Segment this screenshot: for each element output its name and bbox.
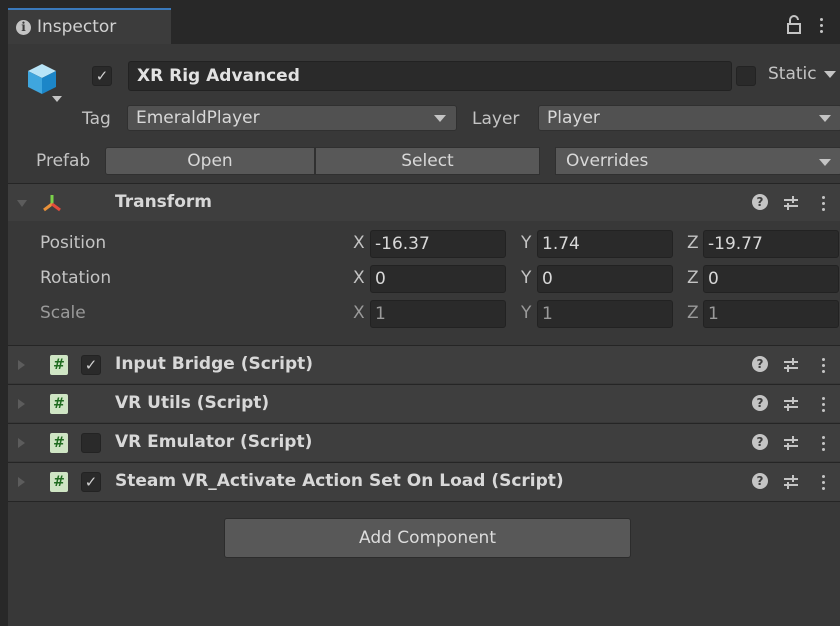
position-y-field[interactable]: 1.74	[537, 230, 673, 258]
chevron-down-icon	[819, 115, 831, 122]
position-label: Position	[40, 233, 107, 253]
tab-inspector[interactable]: i Inspector	[8, 8, 171, 44]
foldout-arrow-icon[interactable]	[18, 438, 25, 448]
more-menu-icon[interactable]	[814, 14, 828, 36]
help-icon[interactable]: ?	[752, 356, 768, 372]
component-vr-emulator[interactable]: # VR Emulator (Script) ?	[8, 423, 840, 461]
component-title: VR Emulator (Script)	[115, 432, 313, 452]
chevron-down-icon	[819, 159, 831, 166]
tag-label: Tag	[82, 109, 111, 129]
layer-value: Player	[547, 108, 600, 128]
scale-x-field[interactable]: 1	[370, 300, 506, 328]
component-menu-icon[interactable]	[820, 472, 826, 492]
chevron-down-icon	[434, 115, 446, 122]
info-icon: i	[16, 19, 31, 35]
static-dropdown[interactable]: Static	[768, 64, 837, 84]
transform-title: Transform	[115, 192, 212, 212]
tag-value: EmeraldPlayer	[136, 108, 260, 128]
presets-sliders-icon[interactable]	[782, 434, 800, 452]
help-icon[interactable]: ?	[752, 194, 768, 210]
script-icon: #	[50, 472, 68, 492]
position-z-label[interactable]: Z	[687, 233, 699, 253]
layer-label: Layer	[472, 109, 520, 129]
component-steam-vr-activate-action-set[interactable]: # ✓ Steam VR_Activate Action Set On Load…	[8, 462, 840, 502]
foldout-arrow-icon[interactable]	[17, 200, 27, 207]
rotation-x-label[interactable]: X	[353, 268, 365, 288]
scale-y-label[interactable]: Y	[521, 303, 531, 323]
foldout-arrow-icon[interactable]	[18, 477, 25, 487]
component-title: Input Bridge (Script)	[115, 354, 314, 374]
position-x-label[interactable]: X	[353, 233, 365, 253]
prefab-overrides-dropdown[interactable]: Overrides	[555, 147, 840, 175]
tab-label: Inspector	[37, 17, 117, 37]
rotation-y-field[interactable]: 0	[537, 265, 673, 293]
position-z-field[interactable]: -19.77	[703, 230, 839, 258]
help-icon[interactable]: ?	[752, 434, 768, 450]
component-title: Steam VR_Activate Action Set On Load (Sc…	[115, 471, 564, 491]
inspector-panel: i Inspector ✓ XR Rig Advanced Static Tag…	[8, 8, 840, 626]
component-enabled-checkbox[interactable]: ✓	[81, 472, 101, 492]
script-icon: #	[50, 433, 68, 453]
component-title: VR Utils (Script)	[115, 393, 270, 413]
component-menu-icon[interactable]	[820, 355, 826, 375]
scale-z-field[interactable]: 1	[703, 300, 839, 328]
component-enabled-checkbox[interactable]: ✓	[81, 355, 101, 375]
prefab-bar: Open Select Overrides	[105, 147, 840, 175]
rotation-label: Rotation	[40, 268, 112, 288]
component-menu-icon[interactable]	[820, 394, 826, 414]
icon-dropdown-arrow[interactable]	[52, 96, 62, 102]
position-y-label[interactable]: Y	[521, 233, 531, 253]
prefab-open-button[interactable]: Open	[105, 147, 315, 175]
transform-body: Position X -16.37 Y 1.74 Z -19.77 Rotati…	[8, 221, 840, 351]
overrides-label: Overrides	[566, 151, 649, 171]
static-checkbox[interactable]	[736, 66, 756, 86]
component-menu-icon[interactable]	[820, 193, 826, 213]
rotation-y-label[interactable]: Y	[521, 268, 531, 288]
gameobject-name-field[interactable]: XR Rig Advanced	[128, 61, 732, 91]
presets-sliders-icon[interactable]	[782, 194, 800, 212]
layer-dropdown[interactable]: Player	[538, 105, 840, 131]
scale-label: Scale	[40, 303, 86, 323]
foldout-arrow-icon[interactable]	[18, 360, 25, 370]
presets-sliders-icon[interactable]	[782, 356, 800, 374]
help-icon[interactable]: ?	[752, 473, 768, 489]
active-checkbox[interactable]: ✓	[92, 66, 112, 86]
scale-z-label[interactable]: Z	[687, 303, 699, 323]
tag-dropdown[interactable]: EmeraldPlayer	[127, 105, 457, 131]
foldout-arrow-icon[interactable]	[18, 399, 25, 409]
transform-header[interactable]: Transform ?	[8, 183, 840, 221]
transform-axis-icon	[41, 192, 63, 214]
rotation-z-label[interactable]: Z	[687, 268, 699, 288]
script-icon: #	[50, 355, 68, 375]
add-component-button[interactable]: Add Component	[224, 518, 631, 558]
prefab-label: Prefab	[36, 151, 91, 171]
tab-bar: i Inspector	[8, 8, 840, 44]
component-input-bridge[interactable]: # ✓ Input Bridge (Script) ?	[8, 345, 840, 383]
script-icon: #	[50, 394, 68, 414]
component-enabled-checkbox[interactable]	[81, 433, 101, 453]
component-vr-utils[interactable]: # VR Utils (Script) ?	[8, 384, 840, 422]
help-icon[interactable]: ?	[752, 395, 768, 411]
component-menu-icon[interactable]	[820, 433, 826, 453]
presets-sliders-icon[interactable]	[782, 473, 800, 491]
presets-sliders-icon[interactable]	[782, 395, 800, 413]
chevron-down-icon	[824, 70, 837, 78]
static-label: Static	[768, 64, 817, 84]
scale-y-field[interactable]: 1	[537, 300, 673, 328]
prefab-select-button[interactable]: Select	[315, 147, 540, 175]
rotation-z-field[interactable]: 0	[703, 265, 839, 293]
scale-x-label[interactable]: X	[353, 303, 365, 323]
lock-icon[interactable]	[784, 14, 806, 36]
rotation-x-field[interactable]: 0	[370, 265, 506, 293]
position-x-field[interactable]: -16.37	[370, 230, 506, 258]
